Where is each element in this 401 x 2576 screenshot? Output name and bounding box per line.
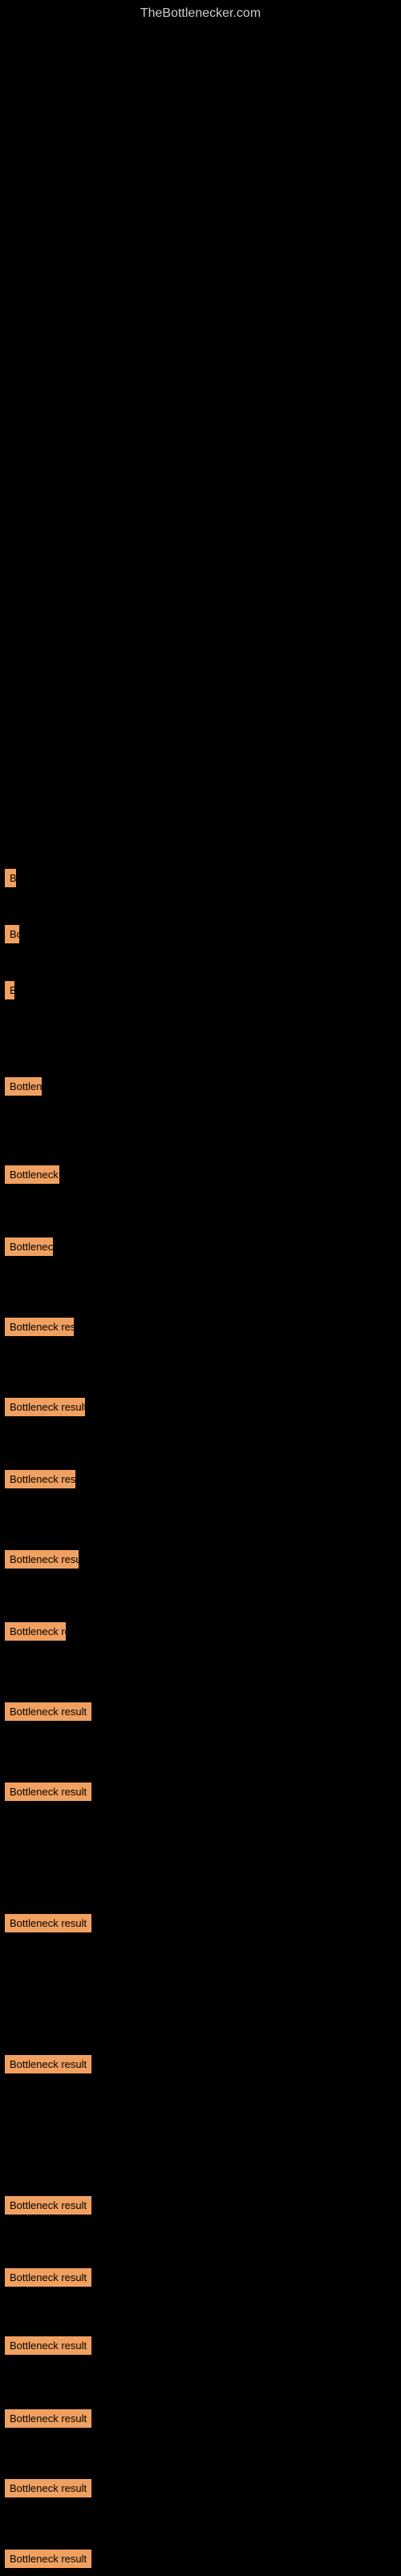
site-title: TheBottlenecker.com [0,0,401,27]
bottleneck-badge: Bottleneck result [5,981,14,999]
list-item: Bottleneck result [2,2479,111,2504]
list-item: Bottleneck result [2,1622,66,1647]
list-item: Bottleneck result [2,1783,96,1807]
bottleneck-badge: Bottleneck result [5,1470,75,1488]
bottleneck-badge: Bottleneck result [5,1238,53,1256]
list-item: Bottleneck result [2,2268,107,2293]
list-item: Bottleneck result [2,2055,106,2080]
content-area: Bottleneck result Bottleneck result Bott… [0,27,401,2576]
list-item: Bottleneck result [2,1165,59,1190]
bottleneck-badge: Bottleneck result [5,2196,91,2215]
bottleneck-badge: Bottleneck result [5,869,16,887]
list-item: Bottleneck result [2,1318,74,1343]
list-item: Bottleneck result [2,925,19,950]
bottleneck-badge: Bottleneck result [5,1622,66,1641]
bottleneck-badge: Bottleneck result [5,1550,79,1569]
bottleneck-badge: Bottleneck result [5,1165,59,1184]
bottleneck-badge: Bottleneck result [5,2268,91,2287]
bottleneck-badge: Bottleneck result [5,2479,91,2497]
bottleneck-badge: Bottleneck result [5,1702,91,1721]
bottleneck-badge: Bottleneck result [5,1783,91,1801]
list-item: Bottleneck result [2,1550,79,1575]
bottleneck-badge: Bottleneck result [5,1398,85,1416]
list-item: Bottleneck result [2,1077,42,1102]
list-item: Bottleneck result [2,2409,111,2434]
list-item: Bottleneck result [2,981,14,1006]
bottleneck-badge: Bottleneck result [5,1077,42,1096]
list-item: Bottleneck result [2,2336,107,2361]
list-item: Bottleneck result [2,869,16,894]
bottleneck-badge: Bottleneck result [5,1914,91,1932]
list-item: Bottleneck result [2,2196,106,2221]
bottleneck-badge: Bottleneck result [5,2550,91,2568]
list-item: Bottleneck result [2,1238,53,1262]
list-item: Bottleneck result [2,1914,106,1939]
bottleneck-badge: Bottleneck result [5,2336,91,2355]
bottleneck-badge: Bottleneck result [5,2409,91,2428]
list-item: Bottleneck result [2,1398,85,1423]
list-item: Bottleneck result [2,1702,91,1727]
list-item: Bottleneck result [2,2550,111,2574]
bottleneck-badge: Bottleneck result [5,1318,74,1336]
list-item: Bottleneck result [2,1470,75,1495]
bottleneck-badge: Bottleneck result [5,925,19,943]
bottleneck-badge: Bottleneck result [5,2055,91,2073]
